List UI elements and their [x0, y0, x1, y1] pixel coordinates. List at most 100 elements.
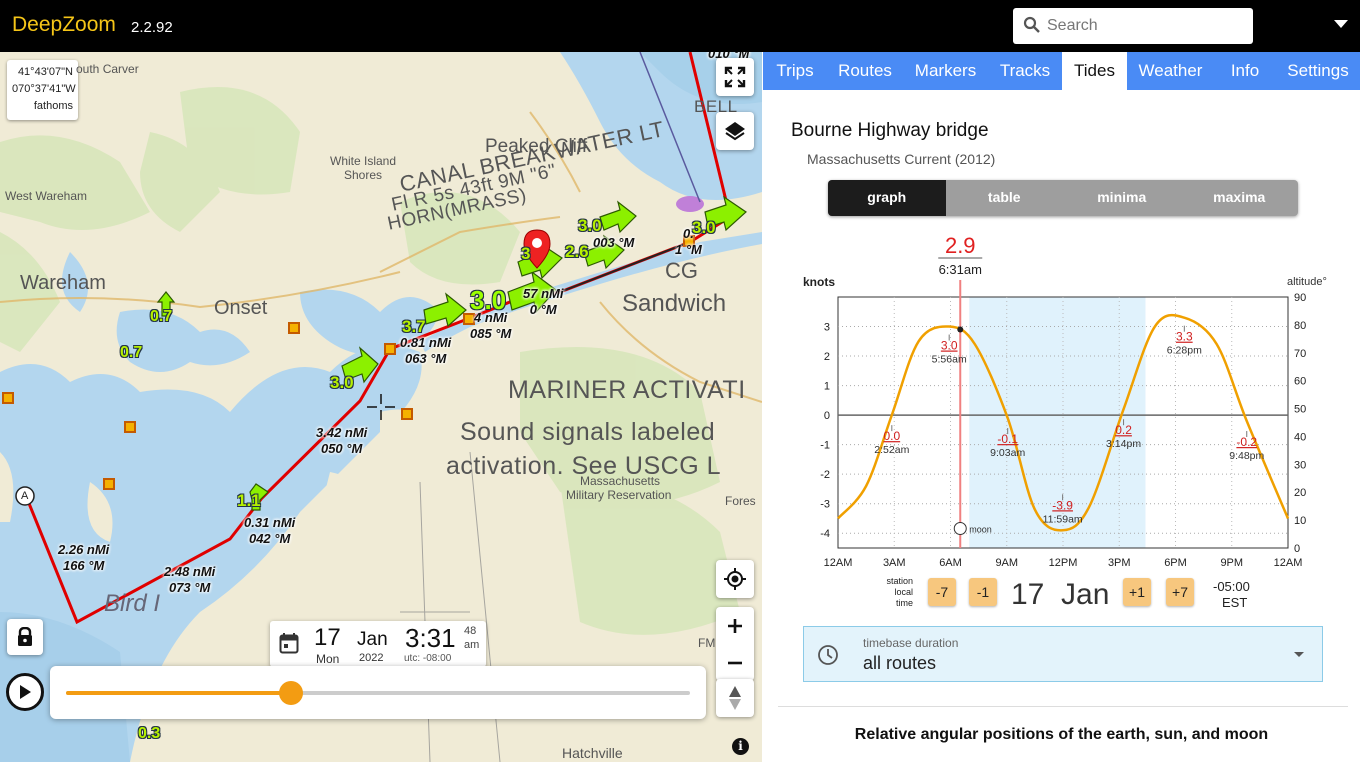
step-minus-1-button[interactable]: -1: [969, 578, 997, 606]
extremum-value: -3.9: [1052, 498, 1073, 512]
chevron-down-icon: [1294, 652, 1304, 657]
map-view[interactable]: 41°43'07"N 070°37'41"W fathoms outh Carv…: [0, 52, 762, 762]
extremum-time: 3:14pm: [1106, 438, 1141, 450]
current-value-label: 3.0: [692, 218, 716, 237]
extremum-time: 11:59am: [1043, 513, 1083, 525]
zoom-in-icon[interactable]: [726, 617, 744, 635]
current-value-label: 3.7: [402, 317, 426, 336]
latitude: 41°43'07"N: [17, 66, 73, 78]
tab-settings[interactable]: Settings: [1276, 52, 1360, 90]
coordinate-readout: 41°43'07"N 070°37'41"W fathoms: [7, 60, 78, 120]
extremum-time: 9:48pm: [1229, 450, 1264, 462]
search-box[interactable]: [1013, 8, 1253, 44]
step-minus-7-button[interactable]: -7: [928, 578, 956, 606]
place-onset: Onset: [214, 297, 268, 319]
compass-button[interactable]: [716, 679, 754, 717]
x-tick-label: 6AM: [939, 557, 962, 569]
y-axis-label: knots: [803, 275, 835, 289]
current-point: [957, 326, 964, 333]
y-tick-label: -1: [820, 440, 830, 452]
place-cg: CG: [665, 258, 698, 283]
info-icon: i: [738, 739, 743, 753]
tab-trips[interactable]: Trips: [763, 52, 827, 90]
route-leg-label: 57 nMi 0 °M: [523, 286, 564, 317]
longitude: 070°37'41"W: [12, 83, 76, 95]
tab-routes[interactable]: Routes: [827, 52, 903, 90]
view-mode-selector: graph table minima maxima: [828, 180, 1298, 216]
route-leg-label: 0.81 nMi 063 °M: [400, 335, 452, 366]
extremum-value: 0.0: [883, 429, 900, 443]
time-seconds: 48: [464, 625, 477, 637]
y2-tick-label: 90: [1294, 292, 1306, 304]
station-utc-offset: -05:00: [1213, 579, 1250, 594]
side-panel: Trips Routes Markers Tracks Tides Weathe…: [763, 52, 1360, 762]
current-value-label: 3.0: [470, 285, 507, 315]
y2-tick-label: 0: [1294, 543, 1300, 555]
info-button[interactable]: i: [732, 738, 749, 755]
layers-button[interactable]: [716, 112, 754, 150]
place-sandwich: Sandwich: [622, 290, 727, 317]
compass-north-icon: [729, 686, 741, 710]
tab-info[interactable]: Info: [1214, 52, 1276, 90]
x-tick-label: 12AM: [1274, 557, 1303, 569]
step-plus-1-button[interactable]: +1: [1123, 578, 1151, 606]
extremum-value: 3.0: [941, 339, 958, 353]
y2-tick-label: 50: [1294, 404, 1306, 416]
tide-current-chart[interactable]: 3210-1-2-3-4908070605040302010012AM 3AM 6A…: [763, 222, 1360, 572]
mode-graph[interactable]: graph: [828, 180, 946, 216]
datetime-card[interactable]: 17 Mon Jan 2022 3:31 48 am utc: -08:00: [270, 621, 486, 667]
x-tick-label: 6PM: [1164, 557, 1187, 569]
search-input[interactable]: [1047, 8, 1247, 44]
timebase-duration-select[interactable]: timebase duration all routes: [803, 626, 1323, 682]
timeline-thumb[interactable]: [278, 681, 303, 705]
menu-dropdown-icon[interactable]: [1334, 20, 1348, 28]
x-tick-label: 9AM: [995, 557, 1018, 569]
time-value: 3:31: [405, 623, 456, 653]
x-tick-label: 9PM: [1220, 557, 1243, 569]
step-plus-7-button[interactable]: +7: [1166, 578, 1194, 606]
date-weekday: Mon: [316, 652, 340, 666]
lock-button[interactable]: [7, 619, 43, 655]
y2-tick-label: 20: [1294, 487, 1306, 499]
current-value: 2.9: [945, 233, 976, 258]
route-start-marker[interactable]: A: [21, 490, 28, 502]
mode-maxima[interactable]: maxima: [1181, 180, 1299, 216]
lock-icon: [18, 627, 32, 646]
date-day: 17: [314, 624, 341, 651]
mode-table[interactable]: table: [946, 180, 1064, 216]
timeline-progress: [66, 691, 291, 695]
current-value-label: 2.6: [565, 242, 589, 261]
timebase-value: all routes: [863, 653, 937, 673]
tab-tracks[interactable]: Tracks: [988, 52, 1062, 90]
fullscreen-button[interactable]: [716, 58, 754, 96]
tab-weather[interactable]: Weather: [1127, 52, 1214, 90]
y-tick-label: 3: [824, 322, 830, 334]
place-white-island: White Island: [330, 154, 397, 168]
y2-tick-label: 40: [1294, 431, 1306, 443]
y2-tick-label: 80: [1294, 320, 1306, 332]
locate-button[interactable]: [716, 560, 754, 598]
extremum-value: 0.2: [1115, 423, 1132, 437]
tab-tides[interactable]: Tides: [1062, 52, 1127, 90]
route-leg-label: 3.42 nMi 050 °M: [316, 425, 368, 456]
place-wareham: Wareham: [20, 272, 106, 294]
y2-tick-label: 30: [1294, 459, 1306, 471]
current-value-label: 1.1: [237, 491, 261, 510]
tab-markers[interactable]: Markers: [903, 52, 988, 90]
top-bar: DeepZoom 2.2.92: [0, 0, 1360, 52]
app-name: DeepZoom: [12, 13, 116, 36]
calendar-icon[interactable]: [279, 632, 299, 654]
play-button[interactable]: [6, 673, 44, 711]
mode-minima[interactable]: minima: [1063, 180, 1181, 216]
route-leg-label: 0.31 nMi 042 °M: [244, 515, 296, 546]
place-hatchville: Hatchville: [562, 745, 623, 761]
extremum-time: 6:28pm: [1167, 345, 1202, 357]
extremum-value: -0.1: [997, 432, 1018, 446]
chart-note-activation: activation. See USCG L: [446, 452, 722, 480]
zoom-out-icon[interactable]: [726, 654, 744, 672]
moon-icon: [953, 521, 967, 535]
extremum-value: 3.3: [1176, 330, 1193, 344]
timeline-slider[interactable]: [66, 681, 690, 705]
station-time-label: station local time: [886, 576, 913, 608]
current-value-label: 3: [521, 244, 531, 263]
